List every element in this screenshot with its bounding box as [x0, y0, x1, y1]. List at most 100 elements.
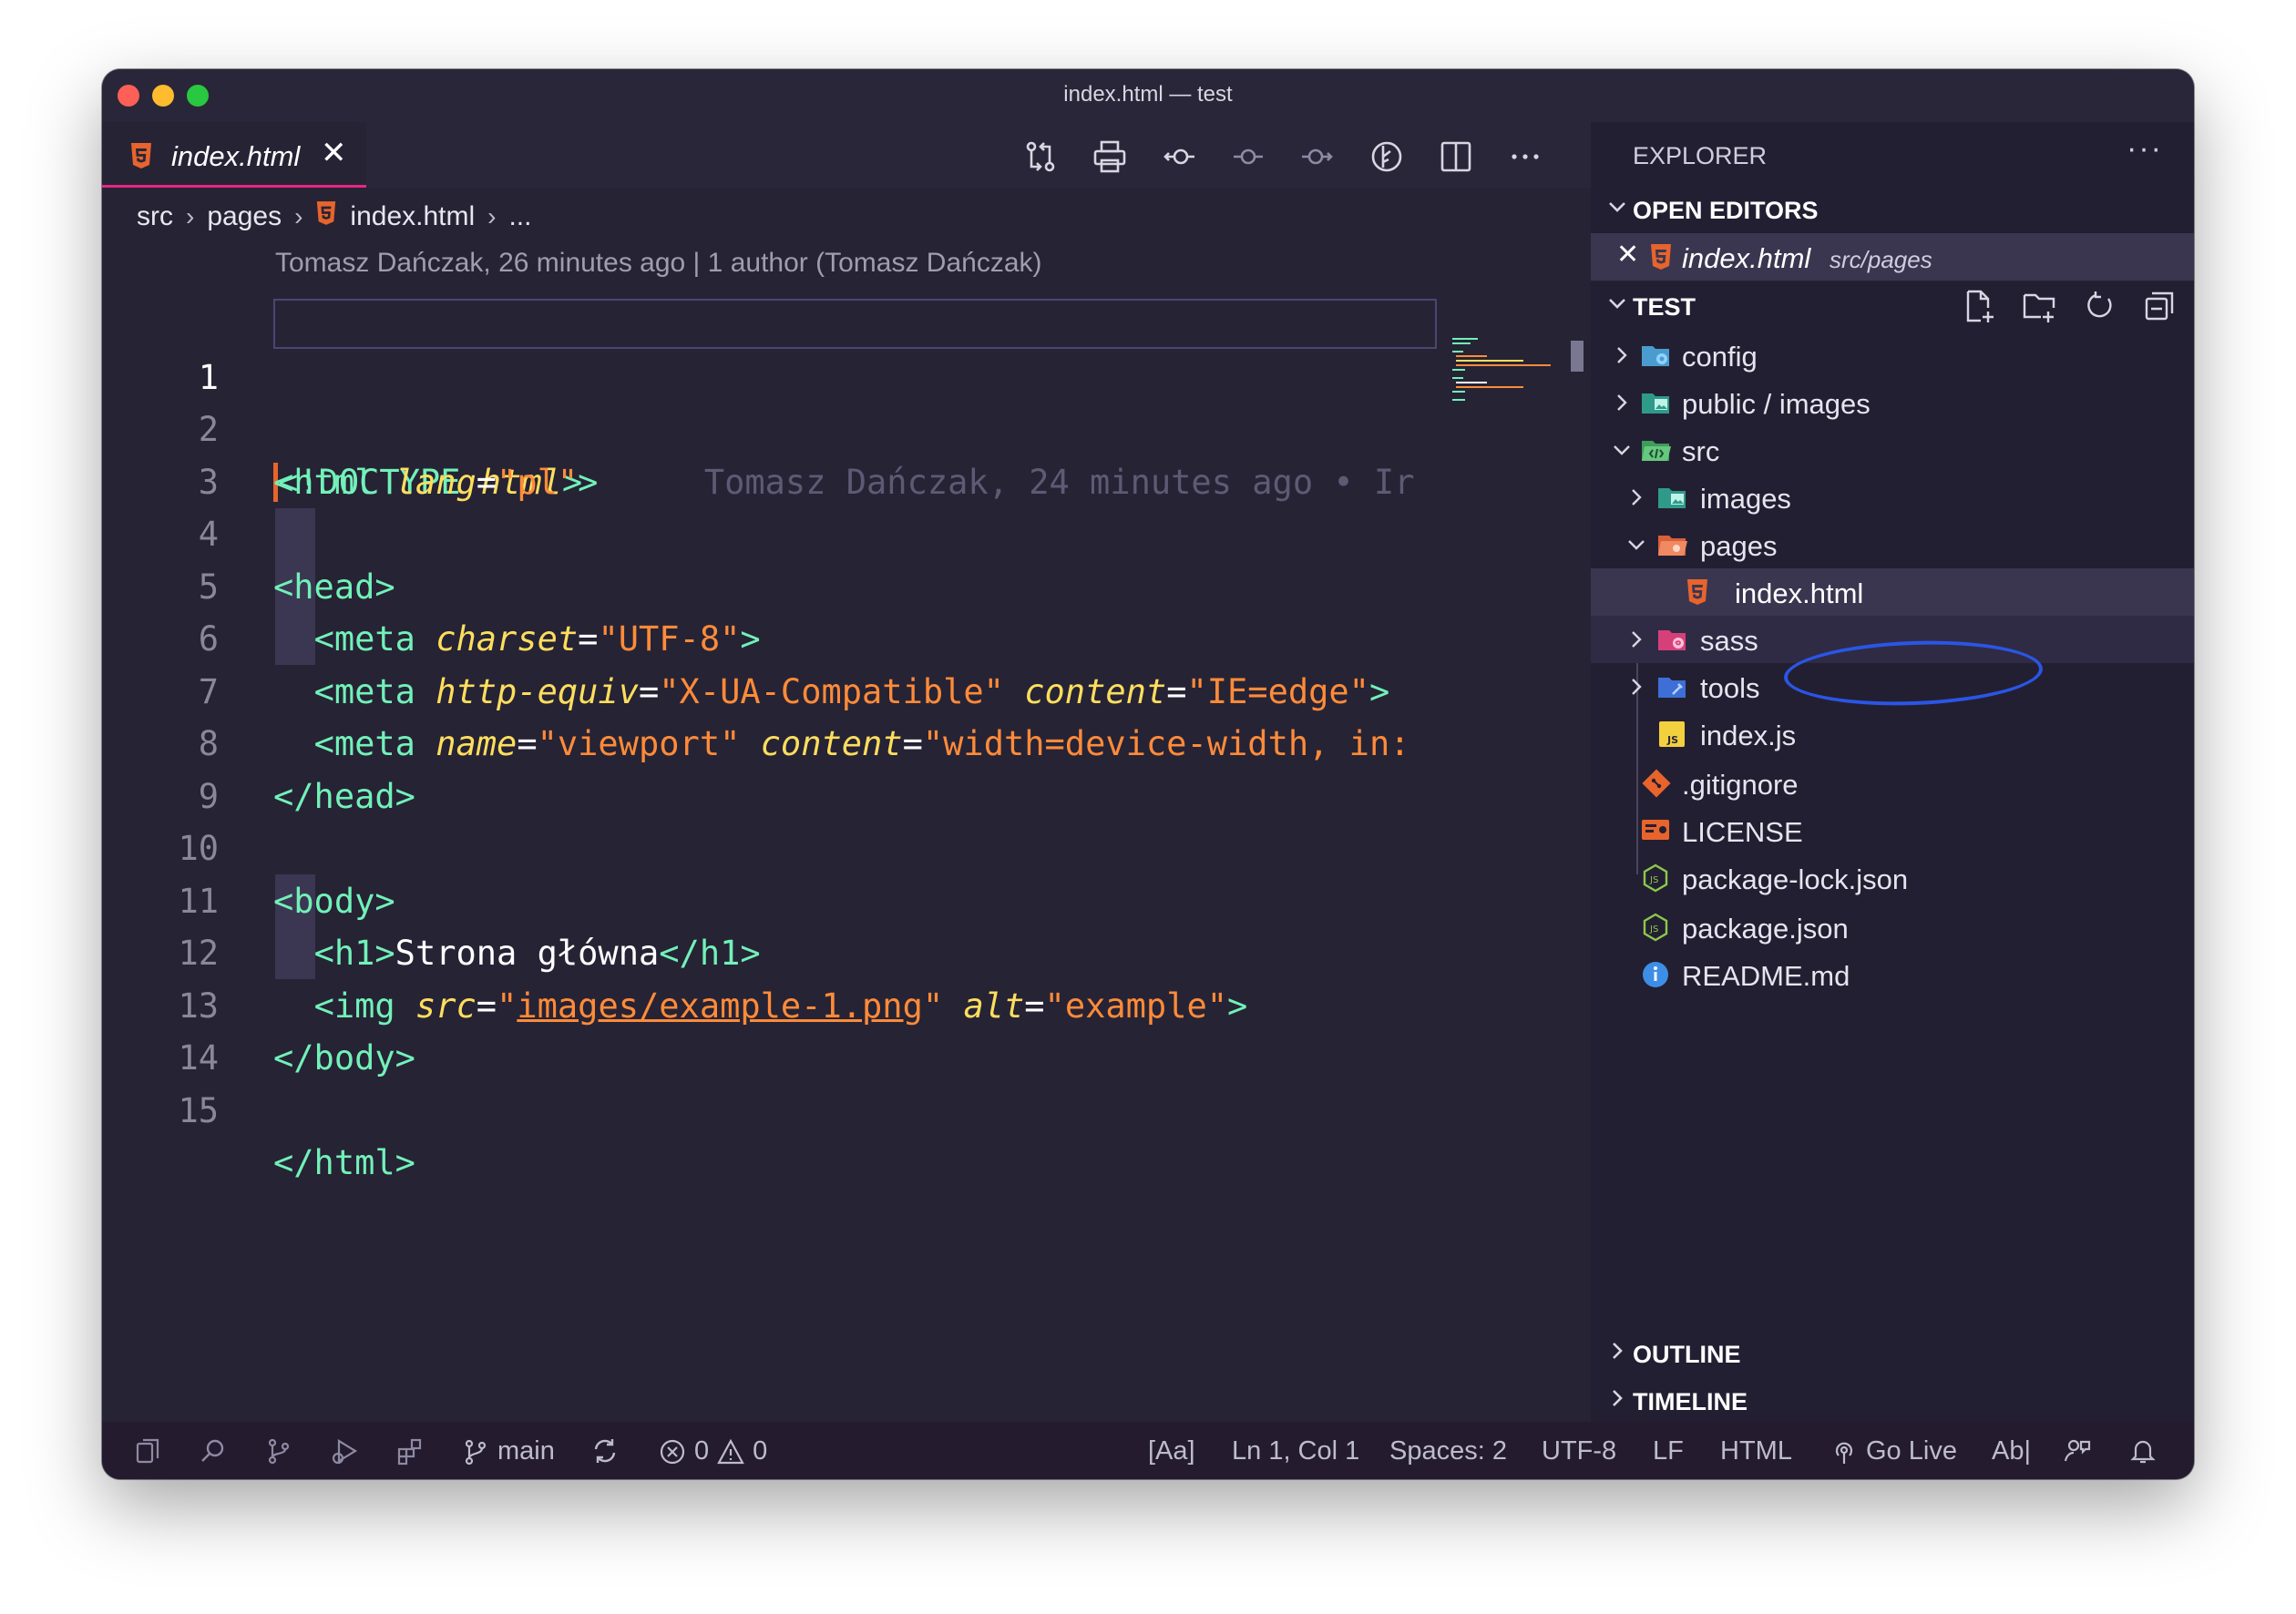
- tree-item-package-json[interactable]: JS package.json: [1591, 904, 2194, 951]
- indentation-status[interactable]: Spaces: 2: [1389, 1436, 1507, 1466]
- code-line[interactable]: 10 <body>: [102, 771, 1450, 921]
- open-editor-item[interactable]: ✕ index.html src/pages: [1591, 233, 2194, 281]
- tree-item-label: package-lock.json: [1682, 863, 1909, 895]
- project-label: TEST: [1633, 293, 1696, 321]
- extensions-icon[interactable]: [395, 1436, 425, 1466]
- code-line[interactable]: 6 <meta http-equiv="X-UA-Compatible" con…: [102, 561, 1450, 711]
- feedback-icon[interactable]: [2063, 1436, 2092, 1466]
- tab-close-icon[interactable]: ✕: [321, 135, 347, 171]
- explorer-title: EXPLORER: [1633, 142, 1768, 169]
- eol-status[interactable]: LF: [1653, 1436, 1684, 1466]
- code-line[interactable]: 5 <meta charset="UTF-8">: [102, 508, 1450, 659]
- print-icon[interactable]: [1092, 138, 1128, 175]
- encoding-status[interactable]: UTF-8: [1542, 1436, 1616, 1466]
- tree-item-gitignore[interactable]: .gitignore: [1591, 760, 2194, 807]
- tree-item-label: LICENSE: [1682, 816, 1803, 848]
- source-control-icon[interactable]: [264, 1436, 293, 1466]
- run-debug-icon[interactable]: [330, 1436, 359, 1466]
- svg-text:JS: JS: [1649, 924, 1658, 935]
- editor-scrollbar[interactable]: [1571, 341, 1584, 372]
- breadcrumb-src[interactable]: src: [137, 201, 173, 232]
- svg-text:JS: JS: [1649, 875, 1658, 885]
- explorer-more-icon[interactable]: ···: [2127, 131, 2163, 167]
- tab-bar: index.html ✕: [102, 122, 1591, 188]
- code-line[interactable]: 2 <html lang="pl">: [102, 352, 1450, 502]
- refresh-icon[interactable]: [2081, 288, 2117, 324]
- branch-icon: [465, 1439, 487, 1465]
- branch-status[interactable]: main: [461, 1436, 555, 1466]
- previous-commit-icon[interactable]: [1161, 138, 1197, 175]
- outline-header[interactable]: OUTLINE: [1591, 1330, 2194, 1377]
- explorer-activity-icon[interactable]: [133, 1436, 162, 1466]
- tree-item-index-html[interactable]: index.html: [1591, 568, 2194, 616]
- project-header[interactable]: TEST: [1591, 282, 2194, 330]
- new-folder-icon[interactable]: [2021, 288, 2057, 324]
- timeline-header[interactable]: TIMELINE: [1591, 1377, 2194, 1425]
- tree-item-label: pages: [1700, 530, 1778, 562]
- problems-status[interactable]: 0 0: [658, 1436, 767, 1466]
- tree-item-config[interactable]: config: [1591, 332, 2194, 379]
- minimap[interactable]: [1450, 333, 1569, 406]
- tree-item-public-images[interactable]: public / images: [1591, 379, 2194, 426]
- open-editors-label: OPEN EDITORS: [1633, 197, 1819, 224]
- tree-item-pages[interactable]: pages: [1591, 521, 2194, 568]
- breadcrumb-pages[interactable]: pages: [207, 201, 282, 232]
- search-icon[interactable]: [199, 1436, 228, 1466]
- code-line[interactable]: 1 <!DOCTYPE html> Tomasz Dańczak, 24 min…: [102, 299, 1450, 502]
- more-actions-icon[interactable]: [1507, 138, 1543, 175]
- breadcrumb-file[interactable]: index.html: [350, 201, 475, 232]
- chevron-right-icon: [1632, 631, 1642, 648]
- tree-item-label: .gitignore: [1682, 769, 1799, 801]
- html5-icon: [129, 142, 153, 174]
- case-sensitive-status[interactable]: [Aa]: [1148, 1436, 1195, 1466]
- breadcrumb-symbol[interactable]: ...: [508, 201, 531, 232]
- folder-tools-icon: [1658, 678, 1686, 698]
- go-live-button[interactable]: Go Live: [1830, 1436, 1957, 1466]
- commit-icon[interactable]: [1230, 138, 1266, 175]
- code-line[interactable]: 7 <meta name="viewport" content="width=d…: [102, 613, 1450, 764]
- code-line[interactable]: 3: [102, 404, 1450, 502]
- collapse-all-icon[interactable]: [2141, 288, 2178, 324]
- tree-item-readme[interactable]: README.md: [1591, 951, 2194, 998]
- tree-item-label: README.md: [1682, 960, 1850, 992]
- code-line[interactable]: 4 <head>: [102, 456, 1450, 607]
- code-line[interactable]: 12 <img src="images/example-1.png" alt="…: [102, 875, 1450, 1026]
- warning-icon: [717, 1438, 744, 1464]
- code-line[interactable]: 8 </head>: [102, 666, 1450, 816]
- close-icon[interactable]: ✕: [1616, 239, 1639, 271]
- tree-item-label: public / images: [1682, 388, 1871, 420]
- code-line[interactable]: 13 </body>: [102, 927, 1450, 1078]
- branch-name: main: [497, 1436, 555, 1466]
- tree-item-src[interactable]: src: [1591, 426, 2194, 474]
- tree-item-license[interactable]: LICENSE: [1591, 807, 2194, 854]
- code-line[interactable]: 11 <h1>Strona główna</h1>: [102, 822, 1450, 974]
- go-live-label: Go Live: [1866, 1436, 1957, 1466]
- timeline-graph-icon[interactable]: [1368, 138, 1405, 175]
- compare-changes-icon[interactable]: [1022, 138, 1059, 175]
- new-file-icon[interactable]: [1961, 288, 1997, 324]
- code-editor[interactable]: src › pages › index.html › ... Tomasz Da…: [102, 188, 1591, 1422]
- code-line[interactable]: 14: [102, 980, 1450, 1078]
- js-file-icon: JS: [1659, 721, 1685, 747]
- tab-index-html[interactable]: index.html ✕: [102, 122, 366, 188]
- code-lines[interactable]: 1 <!DOCTYPE html> Tomasz Dańczak, 24 min…: [102, 299, 1450, 1183]
- tree-item-label: tools: [1700, 672, 1760, 704]
- cursor-position[interactable]: Ln 1, Col 1: [1232, 1436, 1359, 1466]
- warning-count: 0: [753, 1436, 768, 1466]
- sync-icon[interactable]: [590, 1436, 620, 1466]
- info-icon: [1643, 962, 1668, 987]
- split-editor-icon[interactable]: [1438, 138, 1474, 175]
- code-line[interactable]: 9: [102, 718, 1450, 816]
- tree-item-package-lock[interactable]: JS package-lock.json: [1591, 854, 2194, 902]
- folder-src-icon: [1642, 441, 1671, 461]
- open-editors-header[interactable]: OPEN EDITORS: [1591, 186, 2194, 233]
- spell-check-status[interactable]: Ab|: [1992, 1436, 2031, 1466]
- code-line[interactable]: 15 </html>: [102, 1032, 1450, 1183]
- notifications-icon[interactable]: [2128, 1436, 2158, 1466]
- tree-item-index-js[interactable]: JS index.js: [1591, 710, 2194, 758]
- breadcrumb: src › pages › index.html › ...: [137, 200, 531, 233]
- git-blame-header[interactable]: Tomasz Dańczak, 26 minutes ago | 1 autho…: [275, 248, 1042, 279]
- language-mode[interactable]: HTML: [1720, 1436, 1792, 1466]
- next-commit-icon[interactable]: [1299, 138, 1336, 175]
- tree-item-images[interactable]: images: [1591, 474, 2194, 521]
